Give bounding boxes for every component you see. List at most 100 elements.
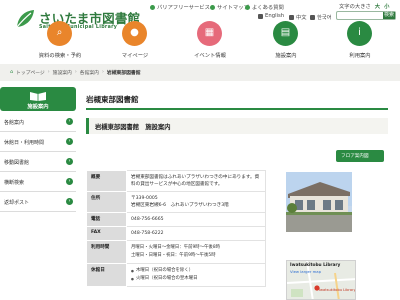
- table-row: 住所 〒339-0005 岩槻区東岩槻6-6 ふれあいプラザいわつき3階: [86, 191, 266, 213]
- person-icon: ●: [122, 21, 147, 46]
- closed-day-item: 火曜日（祝日の場合の翌木曜日: [131, 275, 261, 283]
- breadcrumb-facilities[interactable]: 施設案内: [53, 69, 72, 76]
- font-size-label: 文字の大きさ: [339, 4, 371, 10]
- table-row: 電話 048-756-6665: [86, 212, 266, 227]
- breadcrumb: ⌂ トップページ › 施設案内 › 各館案内 › 岩槻東部図書館: [0, 64, 400, 81]
- overview-text: 岩槻東部図書館はふれあいプラザいわつきの中にあります。資料の貸出サービスが中心の…: [126, 170, 266, 192]
- sidebar-item-label: 移動図書館: [4, 160, 30, 166]
- sidebar-item-return-post[interactable]: 返却ポスト ›: [0, 192, 76, 212]
- page-title: 岩槻東部図書館: [86, 95, 139, 104]
- section-heading: 岩槻東部図書館 施設案内: [86, 118, 388, 134]
- chevron-right-icon: ›: [66, 118, 73, 125]
- sidebar-item-branches[interactable]: 各館案内 ›: [0, 112, 76, 132]
- facility-info-table: 概要 岩槻東部図書館はふれあいプラザいわつきの中にあります。資料の貸出サービスが…: [86, 170, 266, 287]
- floor-guide-label: フロア案内図: [341, 154, 369, 159]
- sidebar-item-label: 横断検索: [4, 180, 25, 186]
- calendar-icon: ▦: [197, 21, 222, 46]
- faq-label: よくある質問: [252, 5, 284, 11]
- sidebar-item-mobile-library[interactable]: 移動図書館 ›: [0, 152, 76, 172]
- closed-day-item: 木曜日（祝日の場合を除く）: [131, 267, 261, 275]
- breadcrumb-current: 岩槻東部図書館: [106, 71, 141, 76]
- search-button[interactable]: 検索: [383, 12, 395, 19]
- info-icon: i: [347, 21, 372, 46]
- row-label: 利用時間: [86, 240, 127, 264]
- closed-days-cell: 木曜日（祝日の場合を除く） 火曜日（祝日の場合の翌木曜日: [126, 263, 266, 287]
- row-label: 休館日: [86, 263, 127, 287]
- row-label: 概要: [86, 170, 127, 192]
- barrier-free-icon: [150, 4, 155, 10]
- sidebar-item-label: 休館日・利用時間: [4, 140, 45, 146]
- barrier-free-label: バリアフリーサービス: [157, 5, 210, 11]
- nav-facilities[interactable]: ▤ 施設案内: [266, 19, 306, 64]
- table-row: 概要 岩槻東部図書館はふれあいプラザいわつきの中にあります。資料の貸出サービスが…: [86, 170, 266, 192]
- globe-icon: [258, 13, 263, 19]
- sidebar-item-hours[interactable]: 休館日・利用時間 ›: [0, 132, 76, 152]
- breadcrumb-separator: ›: [101, 70, 104, 75]
- postal-code: 〒339-0005: [131, 196, 158, 201]
- nav-label: 資料の検索・予約: [38, 53, 82, 59]
- book-icon: ▤: [273, 21, 298, 46]
- map-place-title: Iwatsukitobu Library: [290, 263, 341, 268]
- faq-icon: [245, 4, 250, 10]
- row-label: 電話: [86, 212, 127, 227]
- sitemap-icon: [210, 4, 215, 10]
- hours-cell: 月曜日・火曜日～金曜日：午前9時～午後8時 土曜日・日曜日・祝日：午前9時～午後…: [126, 240, 266, 264]
- fax-number: 048-758-6222: [126, 226, 266, 241]
- breadcrumb-separator: ›: [74, 70, 77, 75]
- lang-korean[interactable]: 한국어: [310, 13, 332, 21]
- nav-search-reserve[interactable]: ⌕ 資料の検索・予約: [39, 19, 81, 64]
- nav-label: マイページ: [121, 53, 149, 59]
- chevron-right-icon: ›: [66, 138, 73, 145]
- breadcrumb-separator: ›: [47, 70, 50, 75]
- nav-mypage[interactable]: ● マイページ: [115, 19, 155, 64]
- lang-korean-label: 한국어: [317, 15, 332, 21]
- search-input[interactable]: [339, 12, 383, 19]
- sitemap-link[interactable]: サイトマップ: [210, 3, 249, 11]
- nav-label: 施設案内: [275, 53, 297, 59]
- view-larger-map-link[interactable]: View larger map: [290, 269, 321, 274]
- globe-icon: [310, 14, 315, 20]
- main-content: 岩槻東部図書館 岩槻東部図書館 施設案内 フロア案内図 概要 岩槻東部図書館はふ…: [86, 82, 400, 300]
- breadcrumb-home[interactable]: トップページ: [16, 69, 45, 76]
- font-size-control: 文字の大きさ 大 小: [339, 2, 389, 10]
- hours-weekend: 土曜日・日曜日・祝日：午前9時～午後5時: [131, 253, 216, 258]
- breadcrumb-branches[interactable]: 各館案内: [80, 69, 99, 76]
- faq-link[interactable]: よくある質問: [245, 3, 284, 11]
- phone-number: 048-756-6665: [126, 212, 266, 227]
- nav-events[interactable]: ▦ イベント情報: [190, 19, 230, 64]
- sidebar-heading-label: 施設案内: [27, 104, 49, 110]
- title-divider: [86, 108, 388, 110]
- search-icon: ⌕: [47, 21, 72, 46]
- nav-label: 利用案内: [349, 53, 371, 59]
- nav-label: イベント情報: [194, 53, 226, 59]
- sidebar: 施設案内 各館案内 › 休館日・利用時間 › 移動図書館 › 横断検索 › 返却…: [0, 82, 78, 300]
- section-title: 岩槻東部図書館 施設案内: [95, 124, 171, 131]
- chevron-right-icon: ›: [66, 158, 73, 165]
- map-pin-label: Iwatsukitobu Library: [319, 288, 356, 292]
- embedded-map[interactable]: Iwatsukitobu Library View larger map Iwa…: [286, 260, 356, 300]
- leaf-logo-icon: [16, 10, 34, 28]
- table-row: FAX 048-758-6222: [86, 226, 266, 241]
- table-row: 利用時間 月曜日・火曜日～金曜日：午前9時～午後8時 土曜日・日曜日・祝日：午前…: [86, 240, 266, 264]
- hours-weekday: 月曜日・火曜日～金曜日：午前9時～午後8時: [131, 245, 221, 250]
- sidebar-heading[interactable]: 施設案内: [0, 87, 76, 111]
- library-building-photo: [286, 172, 352, 232]
- sidebar-item-label: 返却ポスト: [4, 200, 30, 206]
- floor-guide-button[interactable]: フロア案内図: [336, 150, 384, 162]
- address-cell: 〒339-0005 岩槻区東岩槻6-6 ふれあいプラザいわつき3階: [126, 191, 266, 213]
- chevron-right-icon: ›: [66, 198, 73, 205]
- home-icon: ⌂: [10, 70, 14, 75]
- barrier-free-link[interactable]: バリアフリーサービス: [150, 3, 210, 11]
- font-small-button[interactable]: 小: [384, 2, 389, 10]
- row-label: FAX: [86, 226, 127, 241]
- building-illustration: [286, 172, 352, 232]
- sidebar-item-cross-search[interactable]: 横断検索 ›: [0, 172, 76, 192]
- nav-usage[interactable]: i 利用案内: [340, 19, 380, 64]
- chevron-right-icon: ›: [66, 178, 73, 185]
- site-header: さいたま市図書館 Saitama Municipal Library バリアフリ…: [0, 0, 400, 64]
- sidebar-item-label: 各館案内: [4, 120, 25, 126]
- book-icon: [30, 92, 46, 101]
- address-line: 岩槻区東岩槻6-6 ふれあいプラザいわつき3階: [131, 203, 229, 208]
- table-row: 休館日 木曜日（祝日の場合を除く） 火曜日（祝日の場合の翌木曜日: [86, 263, 266, 287]
- font-large-button[interactable]: 大: [375, 2, 380, 10]
